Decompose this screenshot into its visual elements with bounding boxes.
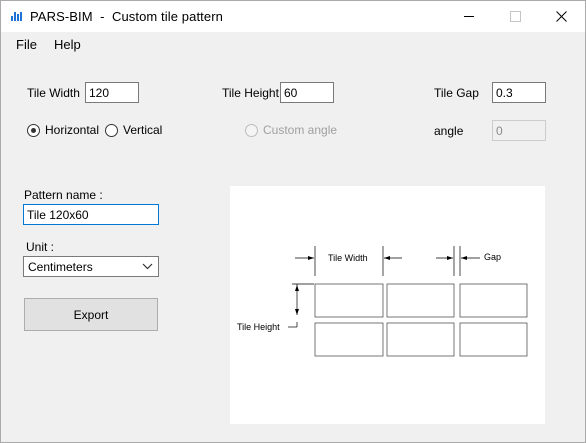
close-button[interactable] bbox=[539, 1, 585, 32]
radio-horizontal-label: Horizontal bbox=[45, 123, 100, 137]
menu-bar: File Help bbox=[1, 32, 585, 56]
title-bar[interactable]: PARS-BIM - Custom tile pattern bbox=[1, 1, 585, 32]
tile bbox=[459, 283, 528, 318]
unit-select-value: Centimeters bbox=[28, 260, 93, 274]
tile-pattern-preview: Tile Width Gap Tile Height bbox=[230, 186, 545, 424]
radio-vertical[interactable]: Vertical bbox=[105, 123, 162, 137]
chevron-down-icon bbox=[142, 263, 153, 270]
minimize-button[interactable] bbox=[447, 1, 493, 32]
preview-tile-height-label: Tile Height bbox=[237, 322, 280, 332]
tile-gap-input[interactable] bbox=[492, 82, 546, 103]
maximize-button bbox=[493, 1, 539, 32]
tile-height-label: Tile Height bbox=[222, 86, 279, 100]
menu-file[interactable]: File bbox=[16, 37, 37, 52]
preview-gap-label: Gap bbox=[484, 252, 501, 262]
minimize-icon bbox=[464, 16, 474, 17]
window-title: PARS-BIM - Custom tile pattern bbox=[30, 9, 223, 24]
tile-height-input[interactable] bbox=[280, 82, 334, 103]
tile-width-input[interactable] bbox=[85, 82, 139, 103]
tile-width-label: Tile Width bbox=[27, 86, 80, 100]
radio-vertical-label: Vertical bbox=[123, 123, 163, 137]
tile bbox=[459, 322, 528, 357]
preview-tile-width-label: Tile Width bbox=[328, 253, 368, 263]
tile-grid bbox=[314, 283, 528, 357]
export-button[interactable]: Export bbox=[24, 298, 158, 331]
tile-gap-label: Tile Gap bbox=[434, 86, 479, 100]
pattern-name-input[interactable] bbox=[23, 204, 159, 225]
app-icon bbox=[11, 12, 22, 21]
preview-diagram: Tile Width Gap Tile Height bbox=[237, 246, 528, 357]
radio-custom-angle: Custom angle bbox=[245, 123, 337, 137]
pattern-name-label: Pattern name : bbox=[24, 188, 103, 202]
close-icon bbox=[556, 11, 567, 22]
tile bbox=[386, 322, 455, 357]
tile bbox=[314, 283, 384, 318]
tile bbox=[314, 322, 384, 357]
radio-custom-angle-indicator bbox=[245, 123, 258, 137]
angle-label: angle bbox=[434, 124, 464, 138]
unit-select[interactable]: Centimeters bbox=[23, 256, 159, 277]
tile bbox=[386, 283, 455, 318]
radio-horizontal-indicator bbox=[27, 123, 40, 137]
angle-input bbox=[492, 120, 546, 141]
app-window: PARS-BIM - Custom tile pattern File Help… bbox=[0, 0, 586, 443]
radio-vertical-indicator bbox=[105, 123, 118, 137]
menu-help[interactable]: Help bbox=[54, 37, 81, 52]
radio-horizontal[interactable]: Horizontal bbox=[27, 123, 99, 137]
unit-label: Unit : bbox=[26, 240, 55, 254]
maximize-icon bbox=[510, 11, 521, 22]
radio-custom-angle-label: Custom angle bbox=[263, 123, 338, 137]
